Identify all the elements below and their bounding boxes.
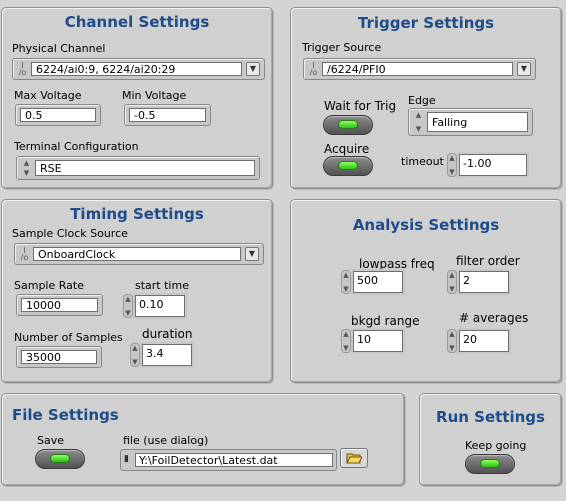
clock-source-value[interactable]: OnboardClock xyxy=(33,247,241,261)
bkgd-range-numeric[interactable]: ▲ ▼ 10 xyxy=(341,329,403,353)
physical-channel-combo[interactable]: I/o 6224/ai0:9, 6224/ai20:29 ▼ xyxy=(12,58,265,80)
spin-arrows-icon[interactable]: ▲ ▼ xyxy=(130,343,140,367)
save-label: Save xyxy=(37,434,65,447)
duration-label: duration xyxy=(142,327,193,341)
path-icon: ▮ xyxy=(124,454,129,464)
start-time-value[interactable]: 0.10 xyxy=(135,295,185,317)
max-voltage-label: Max Voltage xyxy=(14,89,82,102)
analysis-settings-panel: Analysis Settings lowpass freq ▲ ▼ 500 fi… xyxy=(290,199,562,383)
terminal-config-value[interactable]: RSE xyxy=(35,160,255,176)
dropdown-arrow-icon[interactable]: ▼ xyxy=(246,62,260,76)
start-time-numeric[interactable]: ▲ ▼ 0.10 xyxy=(123,294,185,318)
num-samples-field[interactable]: 35000 xyxy=(16,346,102,368)
trigger-settings-title: Trigger Settings xyxy=(357,14,495,32)
keep-going-button[interactable] xyxy=(465,454,515,474)
num-samples-value[interactable]: 35000 xyxy=(21,350,97,364)
channel-settings-panel: Channel Settings Physical Channel I/o 62… xyxy=(1,7,273,189)
max-voltage-value[interactable]: 0.5 xyxy=(20,108,96,122)
save-button[interactable] xyxy=(35,449,85,469)
timing-settings-panel: Timing Settings Sample Clock Source I/o … xyxy=(1,199,273,383)
timing-settings-title: Timing Settings xyxy=(70,205,204,223)
terminal-config-label: Terminal Configuration xyxy=(14,140,139,153)
lowpass-numeric[interactable]: ▲ ▼ 500 xyxy=(341,270,403,294)
filter-order-numeric[interactable]: ▲ ▼ 2 xyxy=(447,270,509,294)
averages-value[interactable]: 20 xyxy=(459,330,509,352)
file-settings-title: File Settings xyxy=(12,406,119,424)
analysis-settings-title: Analysis Settings xyxy=(352,216,500,234)
lowpass-label: lowpass freq xyxy=(359,257,435,271)
sample-rate-label: Sample Rate xyxy=(14,279,84,292)
timeout-numeric[interactable]: ▲ ▼ -1.00 xyxy=(447,153,527,177)
edge-value[interactable]: Falling xyxy=(427,112,528,132)
spin-arrows-icon[interactable]: ▲ ▼ xyxy=(447,270,457,294)
trigger-source-value[interactable]: /6224/PFI0 xyxy=(322,62,513,76)
trigger-source-combo[interactable]: I/o /6224/PFI0 ▼ xyxy=(303,58,536,80)
io-name-icon: I/o xyxy=(18,61,27,77)
max-voltage-field[interactable]: 0.5 xyxy=(15,104,101,126)
lowpass-value[interactable]: 500 xyxy=(353,271,403,293)
run-settings-title: Run Settings xyxy=(436,408,545,426)
folder-open-icon xyxy=(346,453,362,464)
filter-order-value[interactable]: 2 xyxy=(459,271,509,293)
led-indicator-icon xyxy=(50,454,70,463)
edge-ring[interactable]: ▲ ▼ Falling xyxy=(408,108,533,136)
keep-going-label: Keep going xyxy=(465,439,527,452)
dropdown-arrow-icon[interactable]: ▼ xyxy=(517,62,531,76)
acquire-button[interactable] xyxy=(323,156,373,176)
file-path-value[interactable]: Y:\FoilDetector\Latest.dat xyxy=(135,453,333,467)
led-indicator-icon xyxy=(338,161,358,170)
ring-arrows-icon[interactable]: ▲ ▼ xyxy=(21,159,32,177)
min-voltage-value[interactable]: -0.5 xyxy=(129,108,206,122)
dropdown-arrow-icon[interactable]: ▼ xyxy=(245,247,259,261)
acquire-label: Acquire xyxy=(324,142,370,156)
duration-numeric[interactable]: ▲ ▼ 3.4 xyxy=(130,343,192,367)
file-path-label: file (use dialog) xyxy=(123,434,209,447)
trigger-source-label: Trigger Source xyxy=(302,41,382,54)
wait-for-trig-label: Wait for Trig xyxy=(324,99,397,113)
start-time-label: start time xyxy=(135,279,189,292)
averages-numeric[interactable]: ▲ ▼ 20 xyxy=(447,329,509,353)
spin-arrows-icon[interactable]: ▲ ▼ xyxy=(447,153,457,177)
edge-label: Edge xyxy=(408,94,436,107)
sample-rate-field[interactable]: 10000 xyxy=(16,294,103,316)
clock-source-label: Sample Clock Source xyxy=(12,227,128,240)
channel-settings-title: Channel Settings xyxy=(64,13,210,31)
min-voltage-field[interactable]: -0.5 xyxy=(124,104,211,126)
trigger-settings-panel: Trigger Settings Trigger Source I/o /622… xyxy=(290,7,562,189)
physical-channel-value[interactable]: 6224/ai0:9, 6224/ai20:29 xyxy=(31,62,242,76)
file-path-control[interactable]: ▮ Y:\FoilDetector\Latest.dat xyxy=(120,449,337,471)
averages-label: # averages xyxy=(459,311,529,325)
duration-value[interactable]: 3.4 xyxy=(142,344,192,366)
min-voltage-label: Min Voltage xyxy=(122,89,187,102)
num-samples-label: Number of Samples xyxy=(14,331,123,344)
wait-for-trig-button[interactable] xyxy=(323,115,373,135)
run-settings-panel: Run Settings Keep going xyxy=(419,393,562,486)
sample-rate-value[interactable]: 10000 xyxy=(21,298,98,312)
spin-arrows-icon[interactable]: ▲ ▼ xyxy=(341,270,351,294)
timeout-value[interactable]: -1.00 xyxy=(459,154,527,176)
browse-folder-button[interactable] xyxy=(340,448,368,468)
spin-arrows-icon[interactable]: ▲ ▼ xyxy=(447,329,457,353)
io-name-icon: I/o xyxy=(309,61,318,77)
filter-order-label: filter order xyxy=(456,254,520,268)
terminal-config-ring[interactable]: ▲ ▼ RSE xyxy=(16,156,260,180)
clock-source-combo[interactable]: I/o OnboardClock ▼ xyxy=(14,243,264,265)
bkgd-range-label: bkgd range xyxy=(351,314,420,328)
spin-arrows-icon[interactable]: ▲ ▼ xyxy=(341,329,351,353)
io-name-icon: I/o xyxy=(20,246,29,262)
timeout-label: timeout xyxy=(401,155,444,168)
spin-arrows-icon[interactable]: ▲ ▼ xyxy=(123,294,133,318)
led-indicator-icon xyxy=(480,459,500,468)
ring-arrows-icon[interactable]: ▲ ▼ xyxy=(413,111,424,133)
bkgd-range-value[interactable]: 10 xyxy=(353,330,403,352)
physical-channel-label: Physical Channel xyxy=(12,42,106,55)
led-indicator-icon xyxy=(338,120,358,129)
file-settings-panel: File Settings Save file (use dialog) ▮ Y… xyxy=(1,393,405,486)
